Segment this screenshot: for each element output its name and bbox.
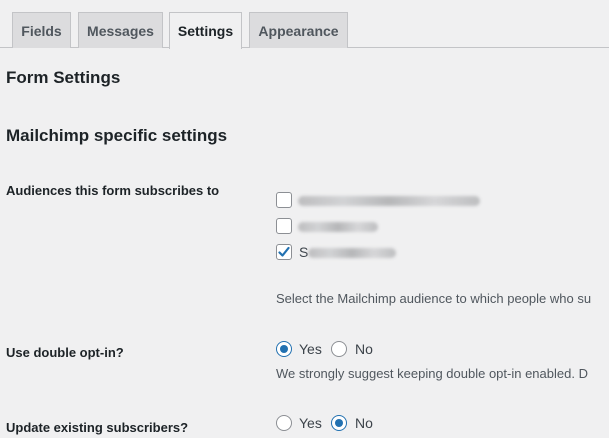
update-existing-label: Update existing subscribers? [6,420,189,435]
tab-appearance[interactable]: Appearance [249,12,348,48]
audiences-label: Audiences this form subscribes to [6,183,220,198]
settings-tab-bar: Fields Messages Settings Appearance [0,0,609,49]
audience-name-prefix-3: S [299,244,309,260]
mailchimp-settings-heading: Mailchimp specific settings [6,126,228,145]
tab-settings-label: Settings [177,23,234,39]
tab-settings[interactable]: Settings [169,12,242,49]
update-existing-yes-radio[interactable] [276,415,292,431]
update-existing-no-radio[interactable] [331,415,347,431]
double-optin-no-label[interactable]: No [355,341,373,357]
tab-appearance-label: Appearance [258,22,339,39]
tab-fields-label: Fields [21,22,62,39]
double-optin-description: We strongly suggest keeping double opt-i… [276,366,588,381]
audience-name-redacted-1 [298,196,480,206]
update-existing-yes-label[interactable]: Yes [299,415,322,431]
audience-name-redacted-3 [308,248,396,258]
radio-selected-dot [335,419,343,427]
update-existing-no-label[interactable]: No [355,415,373,431]
double-optin-no-radio[interactable] [331,341,347,357]
double-optin-yes-label[interactable]: Yes [299,341,322,357]
radio-selected-dot [280,345,288,353]
double-optin-label: Use double opt-in? [6,345,124,360]
tab-messages[interactable]: Messages [78,12,163,48]
audience-name-redacted-2 [298,222,378,232]
audiences-description: Select the Mailchimp audience to which p… [276,291,592,306]
tab-messages-label: Messages [87,22,154,39]
audience-checkbox-3[interactable] [276,244,292,260]
audience-checkbox-2[interactable] [276,218,292,234]
audience-checkbox-1[interactable] [276,192,292,208]
checkmark-icon [278,246,290,257]
form-settings-heading: Form Settings [6,68,121,87]
tab-fields[interactable]: Fields [12,12,71,48]
double-optin-yes-radio[interactable] [276,341,292,357]
